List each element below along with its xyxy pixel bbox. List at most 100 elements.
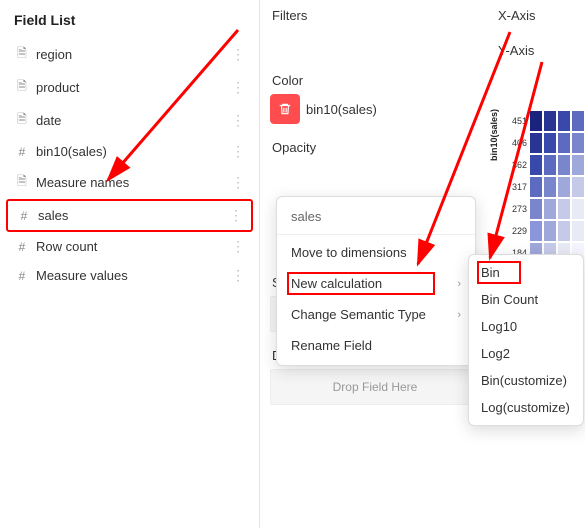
field-more-icon[interactable]: ⋮ (231, 174, 245, 191)
field-label: region (36, 47, 231, 62)
field-more-icon[interactable]: ⋮ (231, 79, 245, 96)
heatmap-cell (543, 176, 557, 198)
heatmap-cell (557, 220, 571, 242)
field-label: bin10(sales) (36, 144, 231, 159)
chevron-right-icon: › (457, 309, 461, 321)
heatmap-cell (543, 198, 557, 220)
hash-icon: # (14, 240, 30, 254)
field-more-icon[interactable]: ⋮ (231, 143, 245, 160)
heatmap-cell (557, 132, 571, 154)
submenu-item-bin[interactable]: Bin (469, 259, 583, 286)
field-label: product (36, 80, 231, 95)
submenu-item-bin-customize-[interactable]: Bin(customize) (469, 367, 583, 394)
heatmap-cell (529, 176, 543, 198)
document-icon: 🗎 (14, 172, 30, 193)
heatmap-row: 317 (505, 176, 585, 198)
field-label: Row count (36, 239, 231, 254)
field-more-icon[interactable]: ⋮ (231, 112, 245, 129)
field-item-measure-values[interactable]: # Measure values⋮ (6, 261, 253, 290)
color-label: Color (270, 73, 480, 88)
heatmap-cell (571, 176, 585, 198)
heatmap-cell (529, 220, 543, 242)
hash-icon: # (14, 145, 30, 159)
submenu-item-log2[interactable]: Log2 (469, 340, 583, 367)
heatmap-tick: 406 (505, 138, 529, 148)
field-item-region[interactable]: 🗎 region⋮ (6, 38, 253, 71)
heatmap-cell (571, 132, 585, 154)
context-item-rename-field[interactable]: Rename Field (277, 330, 475, 361)
heatmap-cell (529, 110, 543, 132)
heatmap-cell (543, 132, 557, 154)
heatmap-preview: bin10(sales) 451406362317273229184 (505, 110, 585, 264)
field-item-row-count[interactable]: # Row count⋮ (6, 232, 253, 261)
field-label: sales (38, 208, 229, 223)
hash-icon: # (14, 269, 30, 283)
opacity-label: Opacity (270, 140, 480, 155)
filters-label: Filters (270, 8, 480, 23)
heatmap-cell (529, 132, 543, 154)
chevron-right-icon: › (457, 278, 461, 290)
context-item-label: Change Semantic Type (291, 307, 426, 322)
context-item-label: New calculation (291, 276, 382, 291)
field-more-icon[interactable]: ⋮ (231, 267, 245, 284)
hash-icon: # (16, 209, 32, 223)
field-more-icon[interactable]: ⋮ (231, 238, 245, 255)
context-item-move-to-dimensions[interactable]: Move to dimensions (277, 237, 475, 268)
context-item-new-calculation[interactable]: New calculation › (277, 268, 475, 299)
context-menu-header: sales (277, 201, 475, 235)
field-context-menu: sales Move to dimensions New calculation ›… (276, 196, 476, 366)
context-item-change-semantic-type[interactable]: Change Semantic Type › (277, 299, 475, 330)
field-list-panel: Field List 🗎region⋮🗎product⋮🗎date⋮#bin10… (0, 0, 260, 528)
x-axis-label: X-Axis (494, 8, 581, 23)
heatmap-cell (543, 220, 557, 242)
heatmap-row: 362 (505, 154, 585, 176)
filters-shelf: Filters (270, 8, 480, 23)
field-list-title: Field List (6, 8, 253, 38)
submenu-item-log10[interactable]: Log10 (469, 313, 583, 340)
heatmap-tick: 451 (505, 116, 529, 126)
color-pill[interactable]: bin10(sales) (270, 94, 480, 124)
y-axis-label: Y-Axis (494, 43, 581, 58)
heatmap-cell (557, 176, 571, 198)
heatmap-y-axis-label: bin10(sales) (489, 109, 499, 161)
heatmap-cell (557, 154, 571, 176)
color-shelf: Color bin10(sales) (270, 73, 480, 124)
field-label: Measure values (36, 268, 231, 283)
heatmap-cell (571, 198, 585, 220)
heatmap-cell (529, 154, 543, 176)
field-more-icon[interactable]: ⋮ (229, 207, 243, 224)
document-icon: 🗎 (14, 110, 30, 131)
heatmap-cell (571, 110, 585, 132)
submenu-item-log-customize-[interactable]: Log(customize) (469, 394, 583, 421)
heatmap-tick: 229 (505, 226, 529, 236)
field-label: date (36, 113, 231, 128)
delete-pill-button[interactable] (270, 94, 300, 124)
field-item-measure-names[interactable]: 🗎 Measure names⋮ (6, 166, 253, 199)
field-more-icon[interactable]: ⋮ (231, 46, 245, 63)
heatmap-tick: 273 (505, 204, 529, 214)
field-item-bin10-sales-[interactable]: # bin10(sales)⋮ (6, 137, 253, 166)
opacity-shelf: Opacity (270, 140, 480, 155)
heatmap-cell (543, 154, 557, 176)
heatmap-row: 273 (505, 198, 585, 220)
document-icon: 🗎 (14, 77, 30, 98)
context-item-label: Move to dimensions (291, 245, 407, 260)
heatmap-cell (571, 220, 585, 242)
heatmap-tick: 362 (505, 160, 529, 170)
submenu-item-bin-count[interactable]: Bin Count (469, 286, 583, 313)
heatmap-row: 229 (505, 220, 585, 242)
field-item-date[interactable]: 🗎 date⋮ (6, 104, 253, 137)
heatmap-cell (529, 198, 543, 220)
heatmap-tick: 317 (505, 182, 529, 192)
document-icon: 🗎 (14, 44, 30, 65)
details-drop-zone[interactable]: Drop Field Here (270, 369, 480, 405)
field-item-product[interactable]: 🗎 product⋮ (6, 71, 253, 104)
color-pill-label: bin10(sales) (306, 102, 377, 117)
field-item-sales[interactable]: # sales⋮ (6, 199, 253, 232)
heatmap-row: 451 (505, 110, 585, 132)
new-calculation-submenu: BinBin CountLog10Log2Bin(customize)Log(c… (468, 254, 584, 426)
field-label: Measure names (36, 175, 231, 190)
heatmap-cell (557, 198, 571, 220)
heatmap-cell (571, 154, 585, 176)
heatmap-cell (557, 110, 571, 132)
